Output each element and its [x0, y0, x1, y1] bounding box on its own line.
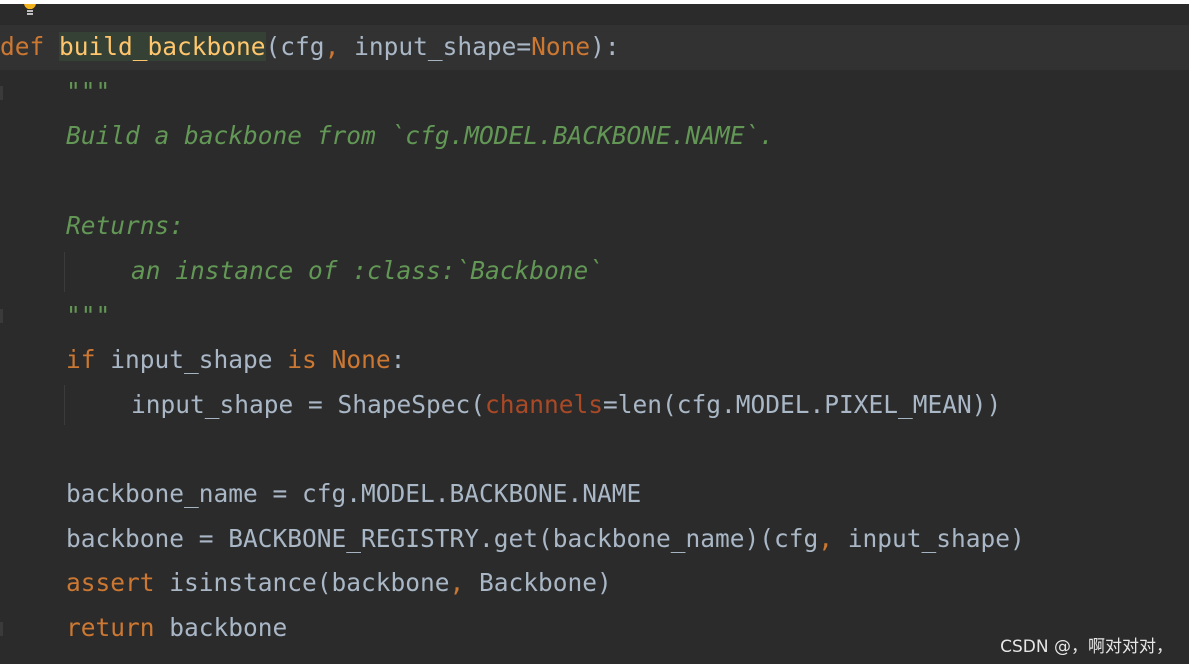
if-condition: input_shape: [95, 345, 288, 374]
named-argument: channels: [485, 390, 604, 419]
shape-assign-rest: =len(cfg.MODEL.PIXEL_MEAN)): [603, 390, 1002, 419]
keyword-return: return: [66, 613, 155, 642]
assert-expr-rest: Backbone): [464, 568, 612, 597]
keyword-if: if: [66, 345, 96, 374]
docstring-text: Build a backbone from `cfg.MODEL.BACKBON…: [66, 121, 775, 150]
comma: ,: [324, 32, 340, 61]
args-rest: input_shape=: [339, 32, 532, 61]
code-line-3[interactable]: Build a backbone from `cfg.MODEL.BACKBON…: [0, 114, 774, 159]
comma: ,: [818, 524, 834, 553]
keyword-def: def: [0, 32, 45, 61]
args-close: ):: [590, 32, 620, 61]
colon: :: [390, 345, 406, 374]
code-line-1[interactable]: def build_backbone(cfg, input_shape=None…: [0, 25, 1189, 70]
comma: ,: [449, 568, 465, 597]
lightbulb-icon[interactable]: [20, 4, 40, 18]
return-value: backbone: [154, 613, 288, 642]
args-open: (cfg: [265, 32, 325, 61]
indent-guide: [64, 385, 65, 425]
code-line-7[interactable]: """: [0, 294, 110, 339]
registry-call-rest: input_shape): [833, 524, 1025, 553]
registry-call: backbone = BACKBONE_REGISTRY.get(backbon…: [66, 524, 819, 553]
docstring-returns: Returns:: [66, 211, 185, 240]
watermark: CSDN @，啊对对对，: [1000, 637, 1173, 657]
keyword-none: None: [331, 345, 391, 374]
indent-guide: [64, 252, 65, 292]
assert-expr: isinstance(backbone: [154, 568, 450, 597]
keyword-none: None: [531, 32, 591, 61]
code-editor[interactable]: def build_backbone(cfg, input_shape=None…: [0, 4, 1189, 664]
code-line-8[interactable]: if input_shape is None:: [0, 338, 405, 383]
code-line-14[interactable]: return backbone: [0, 606, 287, 651]
backbone-name-assign: backbone_name = cfg.MODEL.BACKBONE.NAME: [66, 479, 642, 508]
docstring-returns-detail: an instance of :class:`Backbone`: [131, 256, 604, 285]
code-line-6[interactable]: an instance of :class:`Backbone`: [0, 249, 603, 294]
shape-assign: input_shape = ShapeSpec(: [131, 390, 486, 419]
code-line-12[interactable]: backbone = BACKBONE_REGISTRY.get(backbon…: [0, 517, 1025, 562]
code-line-2[interactable]: """: [0, 70, 110, 115]
code-line-5[interactable]: Returns:: [0, 204, 184, 249]
function-name[interactable]: build_backbone: [59, 32, 266, 61]
keyword-assert: assert: [66, 568, 155, 597]
keyword-is: is: [287, 345, 317, 374]
code-line-9[interactable]: input_shape = ShapeSpec(channels=len(cfg…: [0, 383, 1001, 428]
docstring-open: """: [66, 77, 111, 106]
code-line-13[interactable]: assert isinstance(backbone, Backbone): [0, 561, 612, 606]
code-line-11[interactable]: backbone_name = cfg.MODEL.BACKBONE.NAME: [0, 472, 641, 517]
docstring-close: """: [66, 301, 111, 330]
